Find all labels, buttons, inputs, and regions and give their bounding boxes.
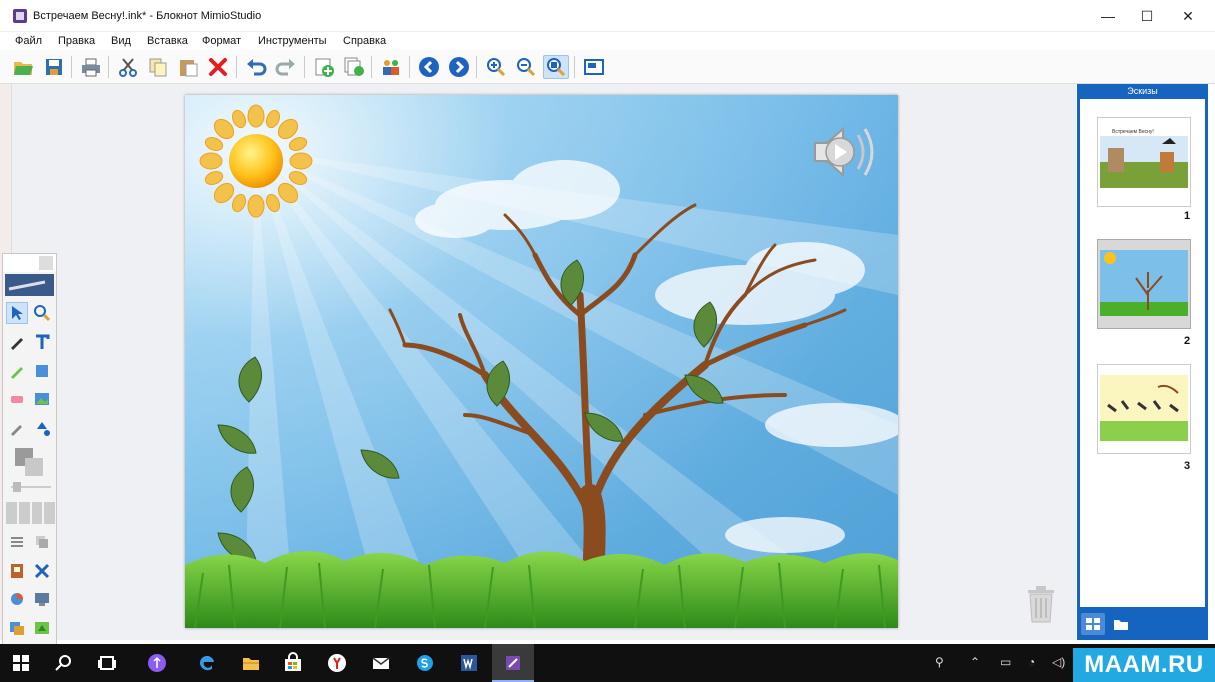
paste-icon[interactable] <box>175 55 201 79</box>
save-icon[interactable] <box>41 55 67 79</box>
file-explorer-icon[interactable] <box>230 644 272 682</box>
fill-tool-icon[interactable] <box>31 417 53 439</box>
thumbnails-list[interactable]: Встречаем Весну! 1 2 3 <box>1080 99 1205 607</box>
word-icon[interactable] <box>448 644 490 682</box>
reveal-tool-icon[interactable] <box>31 588 53 610</box>
mimio-app-icon <box>13 9 27 23</box>
window-title: Встречаем Весну!.ink* - Блокнот MimioStu… <box>33 10 262 22</box>
menu-format[interactable]: Формат <box>202 35 241 47</box>
line-style-options[interactable] <box>6 502 55 524</box>
collaborate-icon[interactable] <box>378 55 404 79</box>
folder-view-icon[interactable] <box>1109 613 1133 635</box>
battery-icon[interactable]: ▭ <box>1000 655 1011 669</box>
task-view-icon[interactable] <box>86 644 128 682</box>
next-page-icon[interactable] <box>446 55 472 79</box>
menu-insert[interactable]: Вставка <box>147 35 188 47</box>
thumbnail-page-2-number: 2 <box>1184 335 1191 347</box>
start-icon[interactable] <box>0 644 42 682</box>
trash-icon[interactable] <box>1024 584 1058 624</box>
yandex-icon[interactable] <box>316 644 358 682</box>
highlighter-tool-icon[interactable] <box>6 360 28 382</box>
thumbnails-view-icon[interactable] <box>1081 613 1105 635</box>
thumbnails-footer <box>1077 608 1208 640</box>
notebook-page-canvas[interactable] <box>185 95 898 628</box>
duplicate-page-icon[interactable] <box>341 55 367 79</box>
thumbnail-page-1[interactable]: Встречаем Весну! <box>1097 117 1191 207</box>
thumbnail-page-1-caption: Встречаем Весну! <box>1112 129 1154 135</box>
undo-icon[interactable] <box>243 55 269 79</box>
select-tool[interactable] <box>6 302 28 324</box>
open-icon[interactable] <box>10 55 36 79</box>
maximize-button[interactable]: ☐ <box>1124 0 1170 32</box>
main-toolbar <box>0 50 1215 84</box>
layer-tool-icon[interactable] <box>31 531 53 553</box>
zoom-fit-icon[interactable] <box>543 55 569 79</box>
line-width-slider[interactable] <box>7 482 52 492</box>
palette-close-icon[interactable] <box>39 256 53 270</box>
print-icon[interactable] <box>78 55 104 79</box>
edge-icon[interactable] <box>186 644 228 682</box>
menu-tools[interactable]: Инструменты <box>258 35 327 47</box>
current-pen-preview <box>5 274 54 296</box>
title-bar: Встречаем Весну!.ink* - Блокнот MimioStu… <box>0 0 1215 32</box>
cortana-icon[interactable] <box>136 644 178 682</box>
thumbnail-page-3-number: 3 <box>1184 460 1191 472</box>
zoom-in-icon[interactable] <box>483 55 509 79</box>
gallery-tool-icon[interactable] <box>6 560 28 582</box>
menu-file[interactable]: Файл <box>15 35 42 47</box>
thumbnails-header: Эскизы <box>1127 86 1158 96</box>
windows-taskbar: ⚲ ⌃ ▭ ◔ ◁) <box>0 644 1215 682</box>
menu-view[interactable]: Вид <box>111 35 131 47</box>
thumbnail-page-1-number: 1 <box>1184 210 1191 222</box>
thumbnails-panel: Эскизы Встречаем Весну! 1 2 3 <box>1077 84 1208 640</box>
zoom-tool-icon[interactable] <box>31 302 53 324</box>
spring-scene-illustration <box>185 95 898 628</box>
menu-help[interactable]: Справка <box>343 35 386 47</box>
watermark-badge: MAAM.RU <box>1073 648 1215 682</box>
copy-icon[interactable] <box>145 55 171 79</box>
fit-page-icon[interactable] <box>581 55 607 79</box>
align-tool-icon[interactable] <box>6 531 28 553</box>
mail-icon[interactable] <box>360 644 402 682</box>
thumbnail-page-2[interactable] <box>1097 239 1191 329</box>
eyedropper-tool-icon[interactable] <box>6 417 28 439</box>
pen-tool-icon[interactable] <box>6 331 28 353</box>
store-icon[interactable] <box>272 644 314 682</box>
skype-icon[interactable] <box>404 644 446 682</box>
people-icon[interactable]: ⚲ <box>935 655 944 669</box>
previous-page-icon[interactable] <box>416 55 442 79</box>
export-tool-icon[interactable] <box>31 617 53 639</box>
delete-icon[interactable] <box>205 55 231 79</box>
thumbnail-page-3[interactable] <box>1097 364 1191 454</box>
tray-chevron-icon[interactable]: ⌃ <box>970 655 980 669</box>
tool-palette <box>2 253 57 645</box>
menu-bar: Файл Правка Вид Вставка Формат Инструмен… <box>0 32 1215 50</box>
redo-icon[interactable] <box>273 55 299 79</box>
text-tool-icon[interactable] <box>31 331 53 353</box>
record-tool-icon[interactable] <box>6 617 28 639</box>
eraser-tool-icon[interactable] <box>6 388 28 410</box>
search-icon[interactable] <box>43 644 85 682</box>
close-button[interactable]: ✕ <box>1165 0 1211 32</box>
network-icon[interactable]: ◔ <box>1028 655 1035 669</box>
shape-tool-icon[interactable] <box>31 360 53 382</box>
volume-icon[interactable]: ◁) <box>1052 655 1065 669</box>
cut-icon[interactable] <box>115 55 141 79</box>
zoom-out-icon[interactable] <box>513 55 539 79</box>
screen-tool-icon[interactable] <box>31 560 53 582</box>
mimio-icon[interactable] <box>492 644 534 682</box>
image-tool-icon[interactable] <box>31 388 53 410</box>
new-page-icon[interactable] <box>311 55 337 79</box>
spotlight-tool-icon[interactable] <box>6 588 28 610</box>
menu-edit[interactable]: Правка <box>58 35 95 47</box>
color-swatches[interactable] <box>11 446 47 478</box>
